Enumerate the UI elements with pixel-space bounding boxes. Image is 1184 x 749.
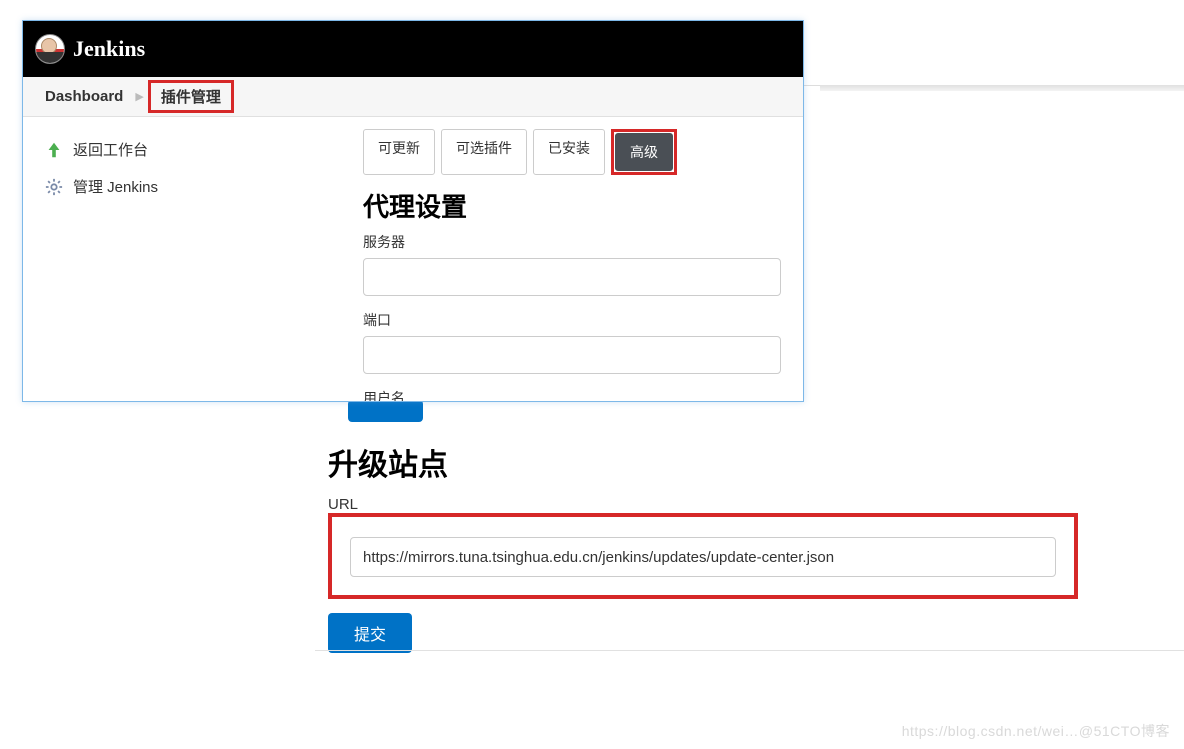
sidebar: 返回工作台 管理 Jenkins bbox=[23, 117, 363, 401]
app-title: Jenkins bbox=[73, 36, 145, 62]
chevron-right-icon: ▶ bbox=[135, 90, 143, 103]
sidebar-item-label: 管理 Jenkins bbox=[73, 176, 158, 197]
watermark-text: https://blog.csdn.net/wei…@51CTO博客 bbox=[902, 721, 1170, 741]
highlight-box-advanced: 高级 bbox=[611, 129, 677, 175]
url-input[interactable] bbox=[350, 537, 1056, 577]
port-input[interactable] bbox=[363, 336, 781, 374]
top-bar: Jenkins bbox=[23, 21, 803, 77]
obscured-button[interactable] bbox=[348, 400, 423, 422]
divider bbox=[315, 650, 1184, 651]
jenkins-logo[interactable]: Jenkins bbox=[35, 34, 145, 64]
highlight-box-url bbox=[328, 513, 1078, 599]
sidebar-item-back[interactable]: 返回工作台 bbox=[33, 131, 353, 168]
jenkins-mascot-icon bbox=[35, 34, 65, 64]
server-label: 服务器 bbox=[363, 232, 803, 252]
tabs: 可更新 可选插件 已安装 高级 bbox=[363, 129, 803, 175]
tab-updatable[interactable]: 可更新 bbox=[363, 129, 435, 175]
main-content: 可更新 可选插件 已安装 高级 代理设置 服务器 端口 用户名 bbox=[363, 117, 803, 401]
breadcrumb: Dashboard ▶ 插件管理 bbox=[23, 77, 803, 117]
breadcrumb-plugin-manager[interactable]: 插件管理 bbox=[148, 80, 234, 113]
up-arrow-icon bbox=[45, 141, 63, 159]
proxy-section-title: 代理设置 bbox=[363, 187, 803, 224]
upgrade-section-title: 升级站点 bbox=[328, 440, 1078, 484]
server-input[interactable] bbox=[363, 258, 781, 296]
username-label: 用户名 bbox=[363, 388, 803, 402]
tab-advanced[interactable]: 高级 bbox=[615, 133, 673, 171]
breadcrumb-dashboard[interactable]: Dashboard bbox=[37, 84, 131, 109]
jenkins-plugin-window: Jenkins Dashboard ▶ 插件管理 返回工作台 管理 Jenkin… bbox=[22, 20, 804, 402]
upgrade-site-section: 升级站点 URL 提交 bbox=[328, 440, 1078, 653]
submit-button[interactable]: 提交 bbox=[328, 613, 412, 653]
tab-installed[interactable]: 已安装 bbox=[533, 129, 605, 175]
gear-icon bbox=[45, 178, 63, 196]
url-label: URL bbox=[328, 496, 1078, 513]
sidebar-item-manage[interactable]: 管理 Jenkins bbox=[33, 168, 353, 205]
port-label: 端口 bbox=[363, 310, 803, 330]
decorative-bar bbox=[820, 85, 1184, 91]
tab-available[interactable]: 可选插件 bbox=[441, 129, 527, 175]
sidebar-item-label: 返回工作台 bbox=[73, 139, 148, 160]
